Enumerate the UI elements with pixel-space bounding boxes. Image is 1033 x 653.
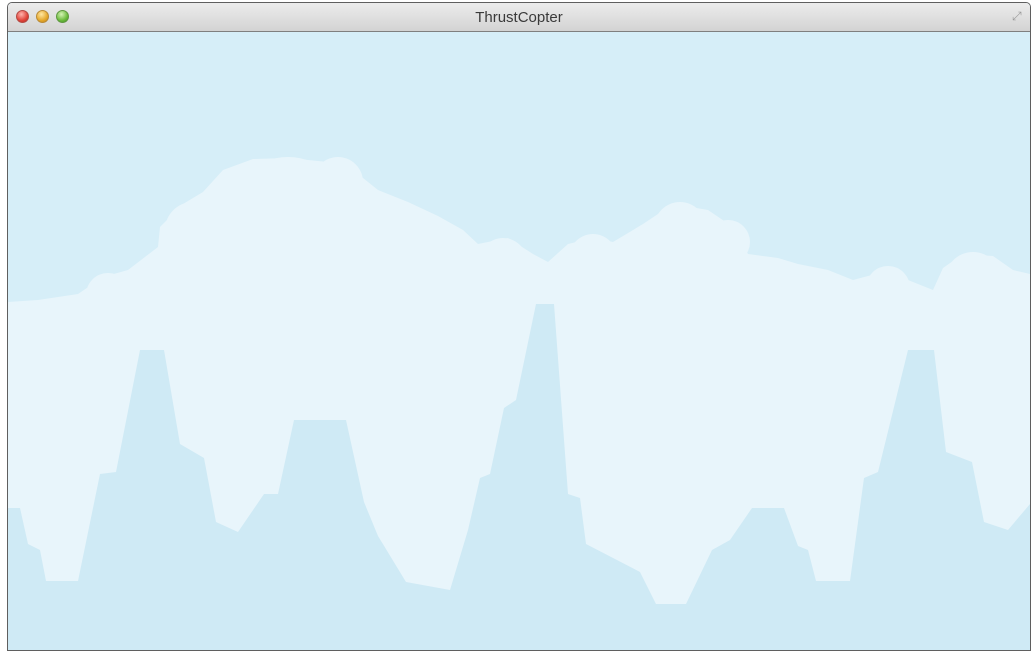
window-title: ThrustCopter [475,9,563,26]
title-bar[interactable]: ThrustCopter ⤢ [8,3,1030,32]
fullscreen-icon[interactable]: ⤢ [1012,9,1024,23]
game-canvas[interactable] [8,32,1030,650]
app-window: ThrustCopter ⤢ [7,2,1031,651]
